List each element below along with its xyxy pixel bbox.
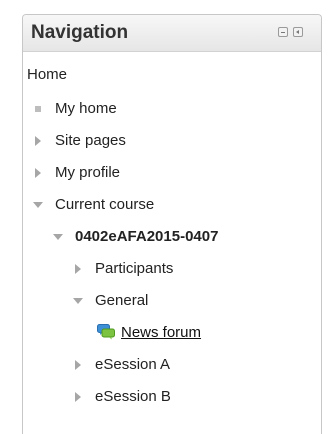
nav-item-label: Home	[27, 66, 68, 83]
collapse-arrow-icon[interactable]	[53, 234, 63, 240]
expand-arrow-icon[interactable]	[35, 136, 41, 146]
course-title: 0402eAFA2015-0407	[75, 228, 219, 245]
nav-item-label: Site pages	[55, 132, 126, 149]
collapse-icon[interactable]	[278, 27, 288, 37]
expand-arrow-icon[interactable]	[75, 264, 81, 274]
nav-item-label: Participants	[95, 260, 174, 277]
collapse-arrow-icon[interactable]	[33, 202, 43, 208]
nav-item-label: General	[95, 292, 149, 309]
expand-arrow-icon[interactable]	[75, 360, 81, 370]
expand-arrow-icon[interactable]	[35, 168, 41, 178]
block-header: Navigation	[23, 15, 321, 52]
news-forum-link[interactable]: News forum	[121, 321, 201, 345]
nav-item-label: Current course	[55, 196, 155, 213]
bullet-icon	[35, 106, 41, 112]
navigation-block: Navigation Home My home Site pages My pr…	[22, 14, 322, 434]
nav-item-label: My home	[55, 100, 117, 117]
forum-icon	[97, 324, 115, 340]
block-title: Navigation	[31, 22, 129, 43]
nav-item-label: eSession A	[95, 356, 171, 373]
nav-item-label: eSession B	[95, 388, 171, 405]
collapse-arrow-icon[interactable]	[73, 298, 83, 304]
dock-icon[interactable]	[293, 27, 303, 37]
nav-item-label: My profile	[55, 164, 121, 181]
expand-arrow-icon[interactable]	[75, 392, 81, 402]
